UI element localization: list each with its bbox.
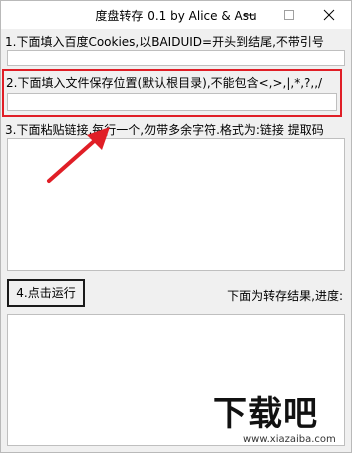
watermark-url: www.xiazaiba.com [243, 434, 336, 445]
watermark: 下载吧 www.xiazaiba.com [213, 395, 349, 451]
minimize-button[interactable] [229, 1, 269, 29]
close-button[interactable] [309, 1, 349, 29]
maximize-button[interactable] [269, 1, 309, 29]
app-window: 度盘转存 0.1 by Alice & Asu 1.下面填入百度Cookies,… [0, 0, 352, 453]
folder-input[interactable] [7, 93, 337, 111]
results-label: 下面为转存结果,进度: [227, 289, 343, 303]
cookies-input[interactable] [7, 50, 345, 66]
maximize-icon [284, 10, 294, 20]
title-bar: 度盘转存 0.1 by Alice & Asu [1, 1, 351, 29]
cookies-label: 1.下面填入百度Cookies,以BAIDUID=开头到结尾,不带引号 [5, 35, 324, 49]
close-icon [323, 9, 335, 21]
run-button[interactable]: 4.点击运行 [7, 279, 85, 307]
minimize-icon [244, 14, 254, 16]
red-arrow-icon [47, 127, 110, 183]
folder-label: 2.下面填入文件保存位置(默认根目录),不能包含<,>,|,*,?,,/ [6, 76, 323, 90]
watermark-logo: 下载吧 [213, 394, 318, 434]
